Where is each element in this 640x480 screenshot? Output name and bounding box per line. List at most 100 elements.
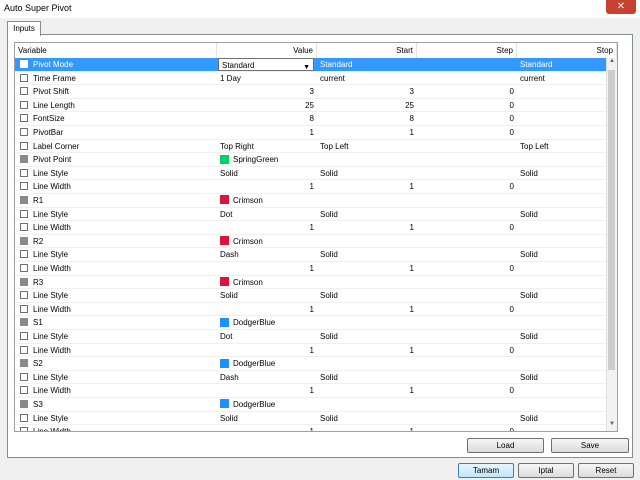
start-cell[interactable]: Solid [317, 208, 417, 221]
stop-cell[interactable] [517, 316, 617, 329]
stop-cell[interactable]: Solid [517, 412, 617, 425]
value-cell[interactable]: Dash [217, 248, 317, 261]
value-cell[interactable]: DodgerBlue [217, 316, 317, 329]
value-cell[interactable]: 1 Day [217, 72, 317, 85]
scroll-thumb[interactable] [608, 70, 615, 370]
value-cell[interactable]: Top Right [217, 140, 317, 153]
stop-cell[interactable]: 0 [517, 112, 617, 125]
stop-cell[interactable]: Solid [517, 289, 617, 302]
stop-cell[interactable]: Solid [517, 371, 617, 384]
value-cell[interactable]: Crimson [217, 235, 317, 248]
table-row[interactable]: FontSize8800 [15, 112, 617, 126]
step-cell[interactable]: 0 [417, 344, 517, 357]
step-cell[interactable] [417, 248, 517, 261]
table-row[interactable]: Pivot Mode Standard ▼ Standard Standard [15, 58, 617, 72]
table-row[interactable]: Line Style Dot Solid Solid [15, 208, 617, 222]
stop-cell[interactable]: Solid [517, 167, 617, 180]
value-cell[interactable]: 8 [217, 112, 317, 125]
table-row[interactable]: Line Style Solid Solid Solid [15, 412, 617, 426]
step-cell[interactable] [417, 371, 517, 384]
step-cell[interactable] [417, 58, 517, 71]
value-cell[interactable]: 25 [217, 99, 317, 112]
table-row[interactable]: Line Style Solid Solid Solid [15, 289, 617, 303]
start-cell[interactable]: Top Left [317, 140, 417, 153]
stop-cell[interactable]: current [517, 72, 617, 85]
stop-cell[interactable] [517, 153, 617, 166]
table-row[interactable]: Line Length252500 [15, 99, 617, 113]
table-row[interactable]: S1 DodgerBlue [15, 316, 617, 330]
stop-cell[interactable]: Solid [517, 208, 617, 221]
step-cell[interactable] [417, 316, 517, 329]
stop-cell[interactable]: 0 [517, 262, 617, 275]
start-cell[interactable]: 8 [317, 112, 417, 125]
step-cell[interactable]: 0 [417, 112, 517, 125]
value-cell[interactable]: Crimson [217, 194, 317, 207]
start-cell[interactable]: 1 [317, 303, 417, 316]
table-row[interactable]: Line Style Dash Solid Solid [15, 248, 617, 262]
table-row[interactable]: Line Width1100 [15, 221, 617, 235]
value-cell[interactable]: Dot [217, 330, 317, 343]
stop-cell[interactable] [517, 398, 617, 411]
start-cell[interactable]: 25 [317, 99, 417, 112]
stop-cell[interactable]: 0 [517, 99, 617, 112]
start-cell[interactable]: 1 [317, 262, 417, 275]
step-cell[interactable] [417, 357, 517, 370]
value-cell[interactable]: 1 [217, 180, 317, 193]
table-row[interactable]: Pivot Point SpringGreen [15, 153, 617, 167]
column-header-variable[interactable]: Variable [15, 43, 217, 58]
step-cell[interactable] [417, 167, 517, 180]
stop-cell[interactable] [517, 357, 617, 370]
start-cell[interactable]: 1 [317, 180, 417, 193]
table-row[interactable]: Line Width1100 [15, 344, 617, 358]
table-row[interactable]: Line Style Solid Solid Solid [15, 167, 617, 181]
cancel-button[interactable]: Iptal [518, 463, 574, 478]
step-cell[interactable]: 0 [417, 126, 517, 139]
stop-cell[interactable]: Top Left [517, 140, 617, 153]
load-button[interactable]: Load [467, 438, 544, 453]
start-cell[interactable]: 1 [317, 344, 417, 357]
stop-cell[interactable]: Standard [517, 58, 617, 71]
table-row[interactable]: Line Width1100 [15, 262, 617, 276]
step-cell[interactable] [417, 194, 517, 207]
stop-cell[interactable]: 0 [517, 180, 617, 193]
table-row[interactable]: Label Corner Top Right Top Left Top Left [15, 140, 617, 154]
stop-cell[interactable]: 0 [517, 425, 617, 431]
value-cell[interactable]: 1 [217, 221, 317, 234]
value-cell[interactable]: SpringGreen [217, 153, 317, 166]
step-cell[interactable]: 0 [417, 85, 517, 98]
table-row[interactable]: Pivot Shift3300 [15, 85, 617, 99]
start-cell[interactable]: Standard [317, 58, 417, 71]
scroll-down-icon[interactable]: ▼ [607, 421, 617, 431]
step-cell[interactable]: 0 [417, 262, 517, 275]
reset-button[interactable]: Reset [578, 463, 634, 478]
table-row[interactable]: Line Width1100 [15, 425, 617, 431]
scroll-up-icon[interactable]: ▲ [607, 58, 617, 68]
table-row[interactable]: Time Frame 1 Day current current [15, 72, 617, 86]
stop-cell[interactable]: Solid [517, 248, 617, 261]
value-cell[interactable]: 1 [217, 303, 317, 316]
start-cell[interactable]: 1 [317, 126, 417, 139]
start-cell[interactable]: Solid [317, 248, 417, 261]
stop-cell[interactable]: 0 [517, 221, 617, 234]
table-row[interactable]: Line Style Dot Solid Solid [15, 330, 617, 344]
step-cell[interactable] [417, 330, 517, 343]
value-cell[interactable]: Solid [217, 412, 317, 425]
start-cell[interactable]: Solid [317, 167, 417, 180]
step-cell[interactable] [417, 276, 517, 289]
ok-button[interactable]: Tamam [458, 463, 514, 478]
start-cell[interactable]: 3 [317, 85, 417, 98]
table-row[interactable]: R2 Crimson [15, 235, 617, 249]
table-row[interactable]: Line Style Dash Solid Solid [15, 371, 617, 385]
start-cell[interactable]: 1 [317, 425, 417, 431]
value-cell[interactable]: Crimson [217, 276, 317, 289]
step-cell[interactable] [417, 72, 517, 85]
value-cell[interactable]: 1 [217, 425, 317, 431]
start-cell[interactable] [317, 194, 417, 207]
value-cell[interactable]: 1 [217, 384, 317, 397]
value-cell[interactable]: Dash [217, 371, 317, 384]
start-cell[interactable] [317, 153, 417, 166]
stop-cell[interactable] [517, 276, 617, 289]
table-row[interactable]: S2 DodgerBlue [15, 357, 617, 371]
column-header-start[interactable]: Start [317, 43, 417, 58]
stop-cell[interactable] [517, 194, 617, 207]
